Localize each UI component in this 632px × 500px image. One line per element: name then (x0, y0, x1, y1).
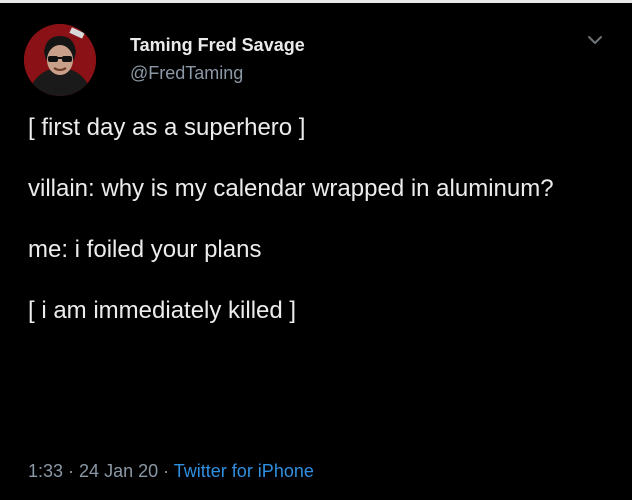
tweet-line-villain: villain: why is my calendar wrapped in a… (28, 175, 554, 202)
chevron-down-icon[interactable] (586, 34, 604, 46)
tweet-author: Taming Fred Savage @FredTaming (130, 34, 305, 84)
tweet-line-first-day: [ first day as a superhero ] (28, 114, 306, 141)
tweet-time[interactable]: 1:33 (28, 461, 63, 481)
user-handle[interactable]: @FredTaming (130, 62, 305, 84)
tweet-line-me: me: i foiled your plans (28, 236, 262, 263)
tweet-card: Taming Fred Savage @FredTaming [ first d… (0, 0, 632, 500)
display-name[interactable]: Taming Fred Savage (130, 34, 305, 56)
tweet-date[interactable]: 24 Jan 20 (79, 461, 158, 481)
tweet-line-killed: [ i am immediately killed ] (28, 297, 297, 324)
tweet-text: [ first day as a superhero ] villain: wh… (28, 112, 608, 356)
meta-separator: · (158, 461, 174, 481)
avatar-portrait-icon (24, 24, 96, 96)
tweet-source-link[interactable]: Twitter for iPhone (174, 461, 314, 481)
avatar[interactable] (24, 24, 96, 96)
meta-separator: · (63, 461, 80, 481)
tweet-meta: 1:33 · 24 Jan 20 · Twitter for iPhone (28, 460, 314, 482)
